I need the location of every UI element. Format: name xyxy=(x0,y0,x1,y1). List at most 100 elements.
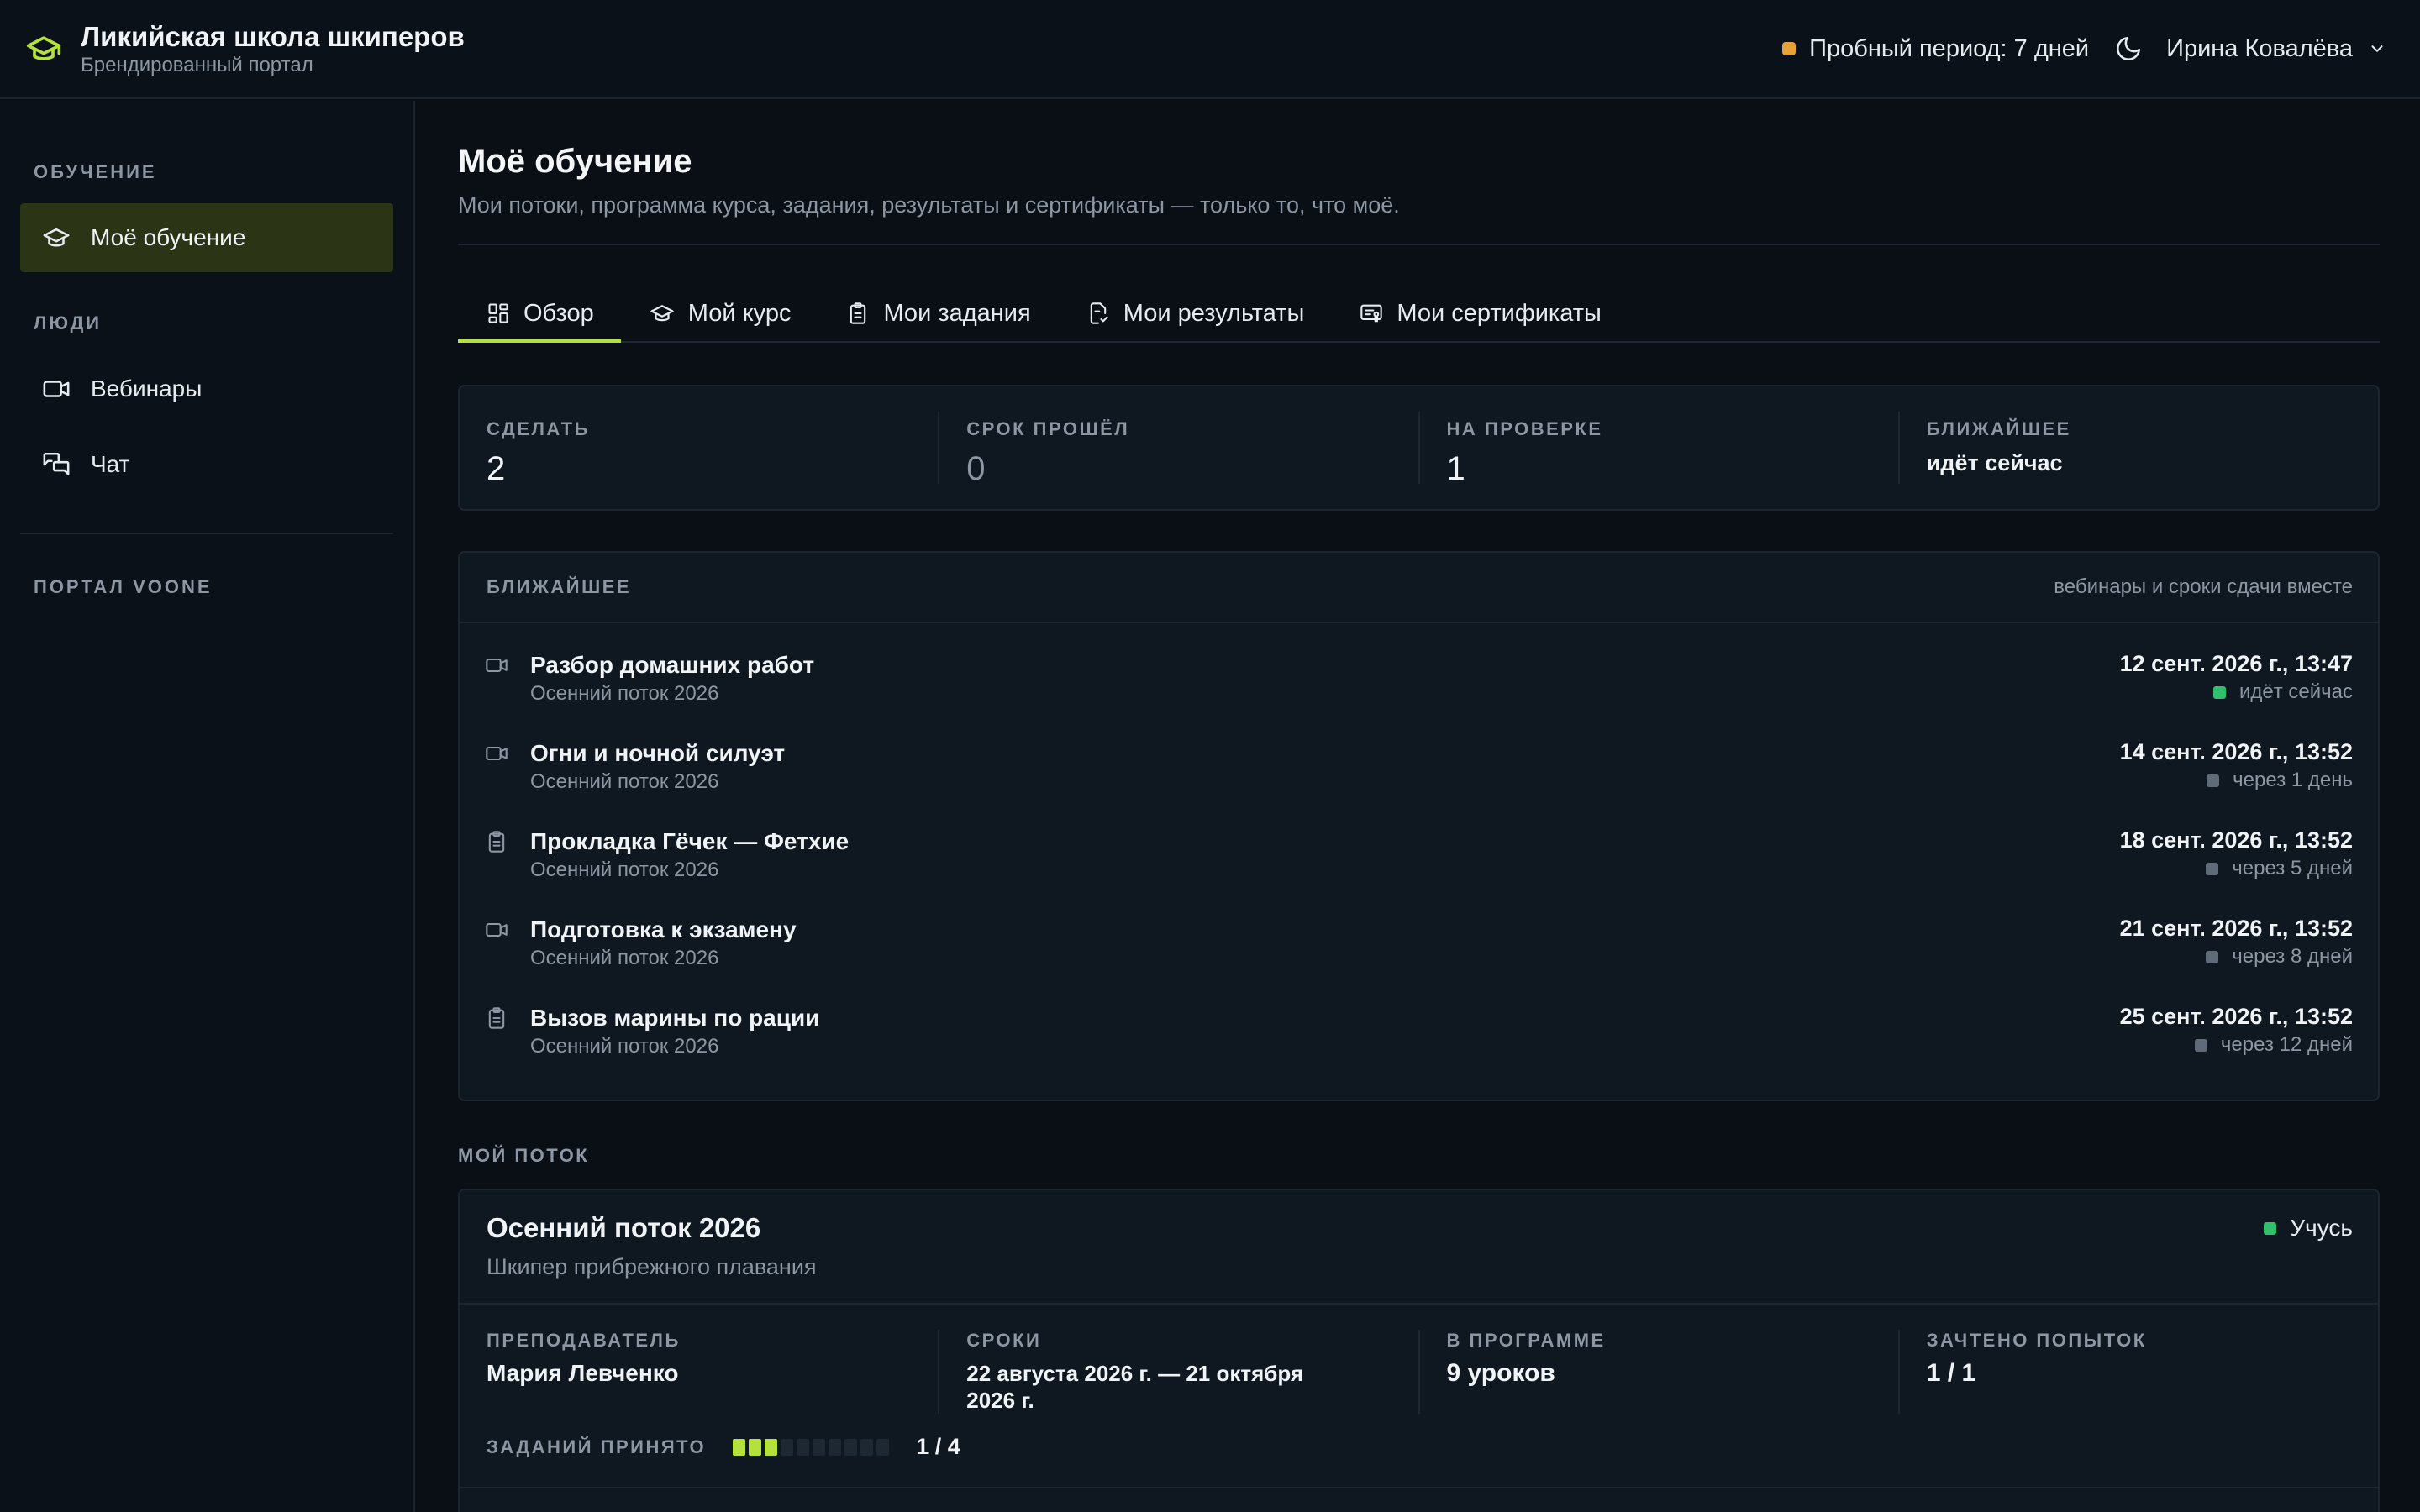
accepted-progress-bar xyxy=(733,1438,890,1456)
list-item[interactable]: Огни и ночной силуэт Осенний поток 2026 … xyxy=(485,730,2353,818)
item-status: через 12 дней xyxy=(2220,1033,2353,1056)
stat-label: СРОКИ xyxy=(966,1330,1042,1351)
graduation-cap-icon xyxy=(25,30,62,67)
video-icon xyxy=(485,650,508,707)
status-dot xyxy=(2264,1221,2277,1235)
item-status: через 1 день xyxy=(2233,769,2353,791)
sidebar-section-learning: ОБУЧЕНИЕ xyxy=(34,161,157,182)
progress-segment xyxy=(765,1438,778,1456)
item-date: 25 сент. 2026 г., 13:52 xyxy=(2119,1004,2353,1029)
item-subtitle: Осенний поток 2026 xyxy=(530,1035,719,1058)
tab-my-assignments[interactable]: Мои задания xyxy=(818,286,1057,341)
stat-overdue[interactable]: СРОК ПРОШЁЛ 0 xyxy=(938,412,1418,487)
stream-card[interactable]: Осенний поток 2026 Шкипер прибрежного пл… xyxy=(458,1189,2380,1512)
tab-label: Мои задания xyxy=(883,299,1031,327)
item-title: Разбор домашних работ xyxy=(530,652,815,678)
brand-title: Ликийская школа шкиперов xyxy=(81,21,465,52)
list-item[interactable]: Разбор домашних работ Осенний поток 2026… xyxy=(485,642,2353,730)
stat-label: НА ПРОВЕРКЕ xyxy=(1446,418,1603,439)
tab-label: Мои результаты xyxy=(1123,299,1305,327)
stream-dates: СРОКИ 22 августа 2026 г. — 21 октября 20… xyxy=(938,1330,1418,1414)
upcoming-note: вебинары и сроки сдачи вместе xyxy=(2054,575,2353,598)
sidebar-item-label: Чат xyxy=(91,451,130,477)
status-dot xyxy=(2207,774,2220,787)
progress-segment xyxy=(876,1438,890,1456)
upcoming-title: БЛИЖАЙШЕЕ xyxy=(487,576,632,597)
stream-header: Осенний поток 2026 Шкипер прибрежного пл… xyxy=(460,1190,2378,1305)
upcoming-list: Разбор домашних работ Осенний поток 2026… xyxy=(460,623,2378,1100)
tab-my-results[interactable]: Мои результаты xyxy=(1058,286,1332,341)
certificate-icon xyxy=(1360,302,1383,325)
stat-value: 0 xyxy=(966,450,986,487)
sidebar-item-webinars[interactable]: Вебинары xyxy=(20,354,393,423)
trial-badge[interactable]: Пробный период: 7 дней xyxy=(1782,35,2089,63)
tab-my-course[interactable]: Мой курс xyxy=(621,286,818,341)
chevron-down-icon xyxy=(2368,39,2386,58)
stat-value: 2 xyxy=(487,450,506,487)
tab-label: Обзор xyxy=(523,299,594,327)
item-date: 12 сент. 2026 г., 13:47 xyxy=(2119,651,2353,676)
status-dot xyxy=(2206,862,2219,875)
graduation-cap-icon xyxy=(42,223,71,252)
clipboard-icon xyxy=(846,302,870,325)
tab-label: Мои сертификаты xyxy=(1397,299,1602,327)
sidebar-item-label: Вебинары xyxy=(91,375,203,402)
sidebar-divider xyxy=(20,533,393,534)
brand[interactable]: Ликийская школа шкиперов Брендированный … xyxy=(25,20,465,77)
status-dot xyxy=(2206,950,2219,963)
item-title: Прокладка Гёчек — Фетхие xyxy=(530,828,850,854)
item-title: Огни и ночной силуэт xyxy=(530,740,786,766)
video-icon xyxy=(485,915,508,972)
stat-under-review[interactable]: НА ПРОВЕРКЕ 1 xyxy=(1418,412,1898,487)
grid-icon xyxy=(487,302,510,325)
trial-text: Пробный период: 7 дней xyxy=(1809,34,2090,62)
status-dot xyxy=(2194,1038,2207,1052)
sidebar-section-people: ЛЮДИ xyxy=(34,312,103,333)
item-status: идёт сейчас xyxy=(2238,680,2353,703)
stat-label: ЗАЧТЕНО ПОПЫТОК xyxy=(1926,1330,2147,1351)
sidebar-item-my-learning[interactable]: Моё обучение xyxy=(20,203,393,272)
video-icon xyxy=(485,738,508,795)
item-date: 21 сент. 2026 г., 13:52 xyxy=(2119,916,2353,941)
item-title: Вызов марины по рации xyxy=(530,1005,820,1031)
item-date: 18 сент. 2026 г., 13:52 xyxy=(2119,827,2353,853)
trial-status-dot xyxy=(1782,42,1797,55)
list-item[interactable]: Прокладка Гёчек — Фетхие Осенний поток 2… xyxy=(485,818,2353,906)
assignments-accepted: ЗАДАНИЙ ПРИНЯТО 1 / 4 xyxy=(460,1414,2378,1460)
progress-segment xyxy=(844,1438,858,1456)
tab-my-certificates[interactable]: Мои сертификаты xyxy=(1331,286,1628,341)
list-item[interactable]: Подготовка к экзамену Осенний поток 2026… xyxy=(485,906,2353,995)
clipboard-icon xyxy=(485,1003,508,1060)
video-icon xyxy=(42,375,71,403)
progress-segment xyxy=(829,1438,842,1456)
tab-label: Мой курс xyxy=(687,299,792,327)
list-item[interactable]: Вызов марины по рации Осенний поток 2026… xyxy=(485,995,2353,1083)
stream-status: Учусь xyxy=(2290,1215,2353,1241)
moon-icon[interactable] xyxy=(2114,34,2143,63)
stream-section-label: МОЙ ПОТОК xyxy=(458,1145,590,1166)
stat-label: БЛИЖАЙШЕЕ xyxy=(1926,418,2071,439)
clipboard-icon xyxy=(485,827,508,884)
top-bar: Ликийская школа шкиперов Брендированный … xyxy=(0,0,2420,99)
item-date: 14 сент. 2026 г., 13:52 xyxy=(2119,739,2353,764)
tab-bar: Обзор Мой курс Мои задания Мои результат… xyxy=(458,286,2380,343)
item-title: Подготовка к экзамену xyxy=(530,916,797,942)
accepted-value: 1 / 4 xyxy=(916,1434,960,1459)
tab-overview[interactable]: Обзор xyxy=(458,286,621,343)
brand-subtitle: Брендированный портал xyxy=(81,54,313,76)
stat-todo[interactable]: СДЕЛАТЬ 2 xyxy=(460,412,938,487)
item-subtitle: Осенний поток 2026 xyxy=(530,682,719,705)
item-subtitle: Осенний поток 2026 xyxy=(530,858,719,881)
stream-subtitle: Шкипер прибрежного плавания xyxy=(487,1254,817,1279)
stat-next[interactable]: БЛИЖАЙШЕЕ идёт сейчас xyxy=(1897,412,2378,484)
user-menu[interactable]: Ирина Ковалёва xyxy=(2166,35,2386,63)
stream-footer xyxy=(460,1487,2378,1512)
stats-card: СДЕЛАТЬ 2 СРОК ПРОШЁЛ 0 НА ПРОВЕРКЕ 1 БЛ… xyxy=(458,385,2380,511)
sidebar-item-chat[interactable]: Чат xyxy=(20,430,393,499)
stat-value: 22 августа 2026 г. — 21 октября 2026 г. xyxy=(966,1361,1304,1413)
stream-title: Осенний поток 2026 xyxy=(487,1212,761,1243)
main-content: Моё обучение Мои потоки, программа курса… xyxy=(458,101,2380,1512)
sidebar-section-portal[interactable]: ПОРТАЛ VOONE xyxy=(20,576,393,598)
stream-attempts: ЗАЧТЕНО ПОПЫТОК 1 / 1 xyxy=(1897,1330,2378,1414)
progress-segment xyxy=(781,1438,794,1456)
